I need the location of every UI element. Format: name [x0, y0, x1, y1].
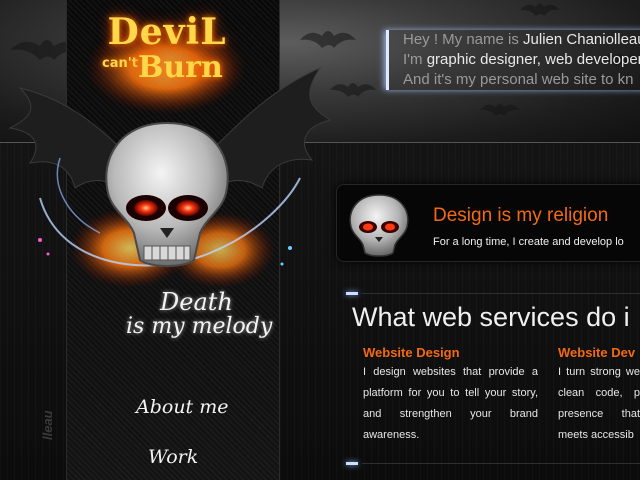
section-rule: [362, 293, 640, 294]
service-title-website-design: Website Design: [363, 345, 460, 360]
callout-description: For a long time, I create and develop lo: [433, 236, 624, 248]
nav-item-about-me[interactable]: About me: [136, 396, 229, 418]
logo-word-devil: DeviL: [107, 11, 227, 53]
glow-dash-divider: [346, 292, 358, 295]
nav-item-work[interactable]: Work: [148, 446, 198, 468]
service-description-website-dev: I turn strong we clean code, p presence …: [558, 366, 640, 441]
logo-word-burn: Burn: [138, 50, 223, 85]
service-description-website-design: I design websites that provide a platfor…: [363, 366, 538, 441]
sidebar-vertical-text: lleau: [40, 410, 55, 440]
glow-dash-divider: [346, 462, 358, 465]
intro-line: Hey ! My name is Julien Chaniolleau: [403, 31, 640, 48]
religion-callout: Design is my religion For a long time, I…: [336, 184, 640, 262]
intro-line: I'm graphic designer, web developer: [403, 51, 640, 68]
service-title-website-dev: Website Dev: [558, 345, 636, 360]
callout-title: Design is my religion: [433, 205, 609, 226]
intro-line: And it's my personal web site to kn: [403, 71, 634, 88]
skull-icon: [349, 194, 409, 257]
services-heading: What web services do i: [352, 302, 630, 332]
logo-word-cant: can't: [102, 56, 138, 71]
tagline-line-2: is my melody: [126, 314, 273, 339]
intro-text: Hey ! My name is Julien Chaniolleau I'm …: [386, 30, 640, 90]
site-logo[interactable]: DeviL can't Burn: [92, 11, 242, 85]
tagline-line-1: Death: [160, 288, 233, 316]
section-rule: [362, 463, 640, 464]
